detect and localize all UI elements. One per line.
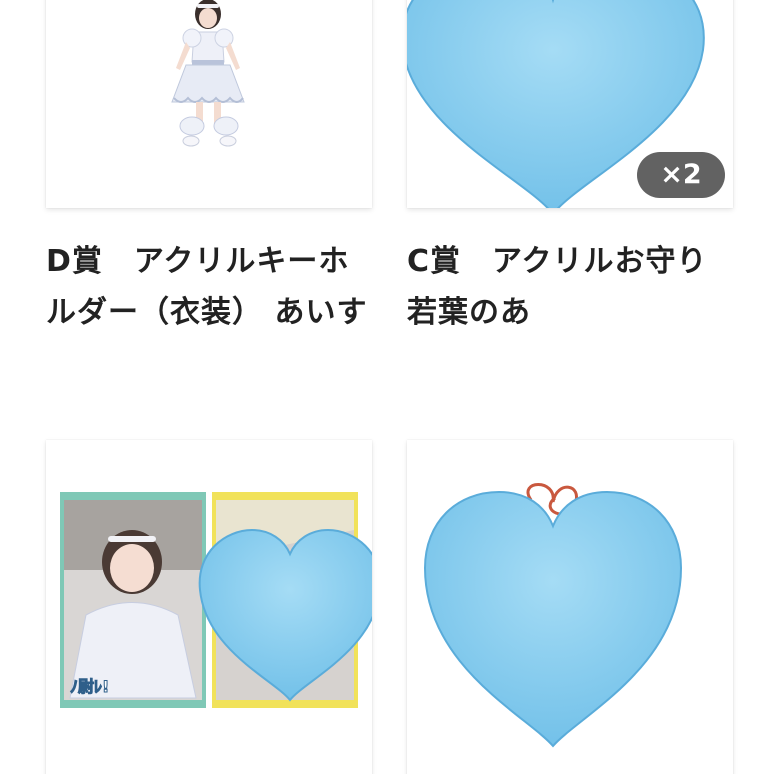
product-image-keyholder: [171, 0, 245, 147]
photo-card-left-hairband: [108, 536, 156, 542]
heart-emoji-icon: [423, 490, 683, 748]
figure-hairband: [197, 4, 219, 8]
figure-warmer-left: [179, 116, 205, 136]
figure-belt: [192, 60, 224, 65]
product-card-heart-charm[interactable]: [407, 440, 733, 774]
figure-face: [199, 8, 217, 28]
figure-shoe-right: [219, 135, 237, 147]
product-card-photo-cards[interactable]: ﾉ尉ﾚ!: [46, 440, 372, 774]
photo-card-left-face: [110, 544, 154, 592]
figure-warmer-right: [213, 116, 239, 136]
quantity-badge: ×2: [637, 152, 725, 198]
product-card-d-prize[interactable]: [46, 0, 372, 208]
product-title-c-prize[interactable]: C賞 アクリルお守り 若葉のあ: [407, 236, 733, 338]
figure-skirt: [171, 64, 245, 103]
product-card-c-prize[interactable]: ×2: [407, 0, 733, 208]
photo-card-left-logo: ﾉ尉ﾚ!: [70, 677, 109, 696]
product-image-photo-cards: ﾉ尉ﾚ!: [60, 492, 372, 708]
product-title-d-prize[interactable]: D賞 アクリルキーホルダー（衣装） あいす: [46, 236, 372, 338]
figure-shoe-left: [182, 135, 200, 147]
item-grid: ×2 D賞 アクリルキーホルダー（衣装） あいす C賞 アクリルお守り 若葉のあ…: [0, 0, 774, 774]
product-image-heart-charm: [423, 483, 683, 748]
